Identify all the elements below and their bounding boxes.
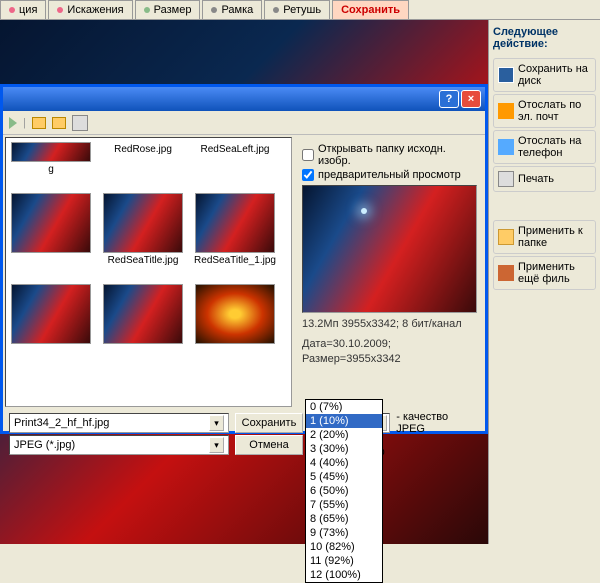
apply-more-button[interactable]: Применить ещё филь [493, 256, 596, 290]
view-icon[interactable] [72, 115, 88, 131]
quality-option[interactable]: 0 (7%) [306, 400, 382, 414]
image-metadata: 13.2Mп 3955x3342; 8 бит/канал Дата=30.10… [302, 317, 477, 366]
quality-option[interactable]: 1 (10%) [306, 414, 382, 428]
dialog-titlebar: ? × [3, 87, 485, 111]
open-source-folder-checkbox[interactable] [302, 149, 314, 161]
tab-cia[interactable]: ция [0, 0, 46, 19]
file-item[interactable]: RedSeaTitle.jpg [102, 193, 184, 266]
file-item[interactable] [194, 284, 276, 344]
folder-icon [498, 229, 514, 245]
dot-icon [273, 7, 279, 13]
tab-save[interactable]: Сохранить [332, 0, 409, 19]
next-action-heading: Следующее действие: [489, 20, 600, 56]
filmstrip-icon [498, 265, 514, 281]
quality-option[interactable]: 8 (65%) [306, 512, 382, 526]
preview-panel: Открывать папку исходн. изобр. предварит… [294, 135, 485, 409]
phone-icon [498, 139, 514, 155]
send-phone-button[interactable]: Отослать на телефон [493, 130, 596, 164]
tab-distortion[interactable]: Искажения [48, 0, 132, 19]
quality-option[interactable]: 4 (40%) [306, 456, 382, 470]
tab-frame[interactable]: Рамка [202, 0, 262, 19]
file-list[interactable]: g RedRose.jpg RedSeaLeft.jpg RedSeaTitle… [5, 137, 292, 407]
quality-label: - качество JPEG [396, 411, 479, 435]
chevron-down-icon[interactable]: ▾ [209, 437, 224, 453]
file-item[interactable]: RedSeaLeft.jpg [194, 142, 276, 175]
back-icon[interactable] [9, 117, 17, 129]
file-item[interactable] [10, 193, 92, 266]
quality-option[interactable]: 12 (100%) [306, 568, 382, 582]
help-button[interactable]: ? [439, 90, 459, 108]
thumbnail [195, 193, 275, 253]
thumbnail [195, 284, 275, 344]
filetype-select[interactable]: JPEG (*.jpg)▾ [9, 435, 229, 455]
file-item[interactable] [102, 284, 184, 344]
printer-icon [498, 171, 514, 187]
send-email-button[interactable]: Отослать по эл. почт [493, 94, 596, 128]
quality-option[interactable]: 5 (45%) [306, 470, 382, 484]
save-button[interactable]: Сохранить [235, 413, 303, 433]
dot-icon [144, 7, 150, 13]
thumbnail [11, 142, 91, 162]
right-panel: Следующее действие: Сохранить на диск От… [488, 20, 600, 544]
preview-image [302, 185, 477, 313]
envelope-icon [498, 103, 514, 119]
thumbnail [11, 193, 91, 253]
file-item[interactable]: RedRose.jpg [102, 142, 184, 175]
file-item[interactable] [10, 284, 92, 344]
chevron-down-icon[interactable]: ▾ [209, 415, 224, 431]
quality-option[interactable]: 10 (82%) [306, 540, 382, 554]
preview-checkbox[interactable] [302, 169, 314, 181]
file-item[interactable]: RedSeaTitle_1.jpg [194, 193, 276, 266]
quality-option[interactable]: 6 (50%) [306, 484, 382, 498]
separator: | [23, 117, 26, 129]
tab-size[interactable]: Размер [135, 0, 201, 19]
filename-input[interactable]: Print34_2_hf_hf.jpg▾ [9, 413, 229, 433]
cancel-button[interactable]: Отмена [235, 435, 303, 455]
print-button[interactable]: Печать [493, 166, 596, 192]
quality-option[interactable]: 11 (92%) [306, 554, 382, 568]
quality-option[interactable]: 7 (55%) [306, 498, 382, 512]
quality-option[interactable]: 2 (20%) [306, 428, 382, 442]
close-button[interactable]: × [461, 90, 481, 108]
thumbnail [11, 284, 91, 344]
save-dialog: ? × | g RedRose.jpg RedSeaLeft.jpg RedSe… [0, 84, 488, 434]
quality-option[interactable]: 9 (73%) [306, 526, 382, 540]
thumbnail [103, 193, 183, 253]
tab-retouch[interactable]: Ретушь [264, 0, 330, 19]
thumbnail [103, 284, 183, 344]
dot-icon [57, 7, 63, 13]
dot-icon [9, 7, 15, 13]
file-item[interactable]: g [10, 142, 92, 175]
main-tabs: ция Искажения Размер Рамка Ретушь Сохран… [0, 0, 600, 20]
save-to-disk-button[interactable]: Сохранить на диск [493, 58, 596, 92]
floppy-icon [498, 67, 514, 83]
folder-up-icon[interactable] [32, 117, 46, 129]
dot-icon [211, 7, 217, 13]
quality-option[interactable]: 3 (30%) [306, 442, 382, 456]
dialog-toolbar: | [3, 111, 485, 135]
quality-dropdown[interactable]: 0 (7%) 1 (10%) 2 (20%) 3 (30%) 4 (40%) 5… [305, 399, 383, 583]
apply-folder-button[interactable]: Применить к папке [493, 220, 596, 254]
new-folder-icon[interactable] [52, 117, 66, 129]
